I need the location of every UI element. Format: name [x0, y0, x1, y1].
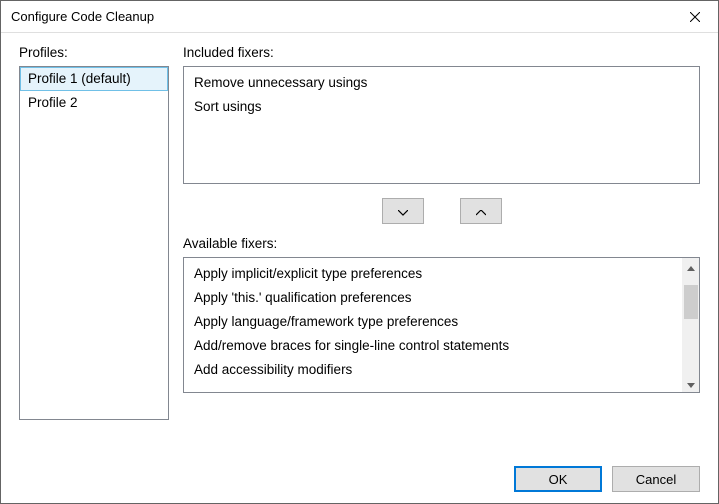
content-area: Profiles: Profile 1 (default) Profile 2 … [1, 33, 718, 455]
dialog-window: Configure Code Cleanup Profiles: Profile… [0, 0, 719, 504]
included-fixers-listbox[interactable]: Remove unnecessary usings Sort usings [183, 66, 700, 184]
available-fixers-container: Apply implicit/explicit type preferences… [183, 257, 700, 393]
profiles-column: Profiles: Profile 1 (default) Profile 2 [19, 45, 169, 455]
scroll-down-button[interactable] [682, 375, 699, 392]
available-fixer-item[interactable]: Apply language/framework type preference… [190, 310, 676, 334]
window-title: Configure Code Cleanup [11, 9, 154, 24]
move-buttons-row [183, 184, 700, 236]
move-up-button[interactable] [460, 198, 502, 224]
scroll-thumb[interactable] [684, 285, 698, 319]
available-fixer-item[interactable]: Apply implicit/explicit type preferences [190, 262, 676, 286]
scroll-up-button[interactable] [682, 258, 699, 275]
close-button[interactable] [672, 1, 718, 32]
close-icon [690, 9, 700, 25]
available-fixer-item[interactable]: Add/remove braces for single-line contro… [190, 334, 676, 358]
included-fixer-item[interactable]: Sort usings [190, 95, 693, 119]
profiles-listbox[interactable]: Profile 1 (default) Profile 2 [19, 66, 169, 420]
scrollbar[interactable] [682, 258, 699, 392]
included-label: Included fixers: [183, 45, 700, 60]
profiles-label: Profiles: [19, 45, 169, 60]
available-fixers-listbox[interactable]: Apply implicit/explicit type preferences… [184, 258, 682, 392]
available-fixer-item[interactable]: Apply 'this.' qualification preferences [190, 286, 676, 310]
cancel-button[interactable]: Cancel [612, 466, 700, 492]
chevron-up-icon [476, 204, 486, 219]
available-fixer-item[interactable]: Add accessibility modifiers [190, 358, 676, 382]
profile-item[interactable]: Profile 2 [20, 91, 168, 115]
titlebar: Configure Code Cleanup [1, 1, 718, 33]
included-fixer-item[interactable]: Remove unnecessary usings [190, 71, 693, 95]
ok-button[interactable]: OK [514, 466, 602, 492]
chevron-up-icon [687, 259, 695, 274]
chevron-down-icon [398, 204, 408, 219]
chevron-down-icon [687, 376, 695, 391]
profile-item[interactable]: Profile 1 (default) [20, 67, 168, 91]
available-section: Available fixers: Apply implicit/explici… [183, 236, 700, 455]
fixers-column: Included fixers: Remove unnecessary usin… [183, 45, 700, 455]
dialog-footer: OK Cancel [1, 455, 718, 503]
scroll-track[interactable] [682, 275, 699, 375]
move-down-button[interactable] [382, 198, 424, 224]
available-label: Available fixers: [183, 236, 700, 251]
